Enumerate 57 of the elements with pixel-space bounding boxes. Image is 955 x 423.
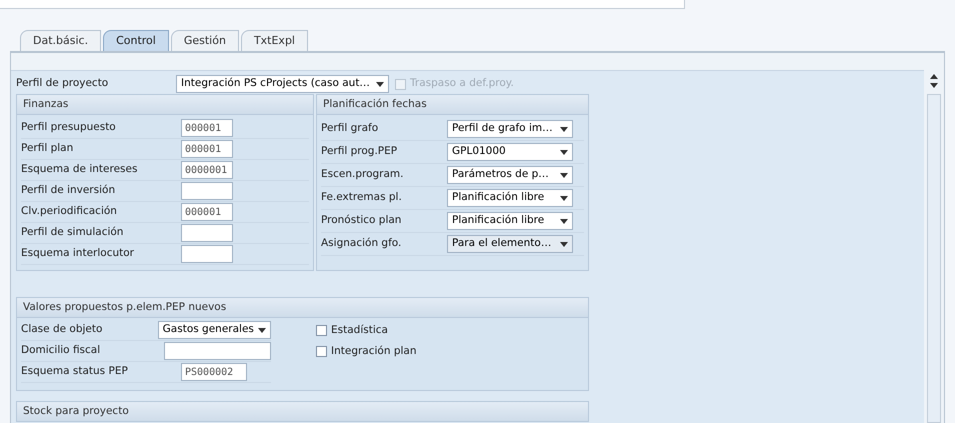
scroll-up-icon[interactable] [930,74,938,79]
caret-icon [560,172,568,178]
input-field[interactable]: 000001 [181,203,233,221]
field-label: Perfil presupuesto [21,120,117,136]
field-label: Esquema de intereses [21,162,138,178]
caret-icon [258,328,266,332]
input-field[interactable]: 000001 [181,140,233,158]
input-field[interactable] [164,342,271,360]
input-field[interactable]: PS000002 [181,363,247,381]
checkbox-label: Traspaso a def.proy. [410,76,514,92]
dropdown[interactable]: GPL01000 [447,143,573,161]
field-label: Asignación gfo. [321,236,402,252]
caret-icon [560,196,568,200]
checkbox-label: Integración plan [331,344,417,359]
caret-icon [560,242,568,246]
field-label: Esquema status PEP [21,364,129,380]
dropdown[interactable]: Integración PS cProjects (caso aut… [176,75,389,93]
dropdown[interactable]: Gastos generales [158,321,271,339]
group-header: Valores propuestos p.elem.PEP nuevos [17,298,588,318]
tab[interactable]: Gestión [170,30,239,51]
caret-icon [560,126,568,132]
dropdown[interactable]: Perfil de grafo im… [447,120,573,138]
tab[interactable]: Dat.básic. [20,30,102,51]
dropdown[interactable]: Parámetros de p… [447,166,573,184]
group-header: Planificación fechas [317,95,588,115]
tab[interactable]: TxtExpl [240,30,308,51]
field-label: Fe.extremas pl. [321,190,403,206]
input-field[interactable] [181,182,233,200]
caret-icon [560,218,568,224]
field-label: Perfil plan [21,141,74,156]
field-label: Perfil prog.PEP [321,144,398,160]
tab[interactable]: Control [103,30,169,51]
scroll-down-icon[interactable] [930,83,938,88]
group-header: Stock para proyecto [17,402,588,422]
field-label: Domicilio fiscal [21,343,102,358]
dropdown[interactable]: Planificación libre [447,189,573,207]
field-label: Pronóstico plan [321,213,402,228]
field-label: Clase de objeto [21,322,104,338]
field-label: Perfil grafo [321,121,380,136]
checkbox[interactable] [316,325,327,336]
input-field[interactable] [181,245,233,263]
input-field[interactable]: 0000001 [181,161,233,179]
input-field[interactable]: 000001 [181,119,233,137]
field-label: Perfil de inversión [21,183,116,198]
caret-icon [376,82,384,86]
field-label: Perfil de proyecto [16,76,110,92]
field-label: Escen.program. [321,167,404,182]
checkbox[interactable] [316,346,327,357]
input-field[interactable] [181,224,233,242]
dropdown[interactable]: Planificación libre [447,212,573,230]
group-header: Finanzas [17,95,313,115]
field-label: Esquema interlocutor [21,246,135,262]
scrollbar-track[interactable] [927,94,941,423]
field-label: Perfil de simulación [21,225,124,240]
checkbox-label: Estadística [331,322,388,338]
field-label: Clv.periodificación [21,204,118,220]
caret-icon [560,150,568,154]
